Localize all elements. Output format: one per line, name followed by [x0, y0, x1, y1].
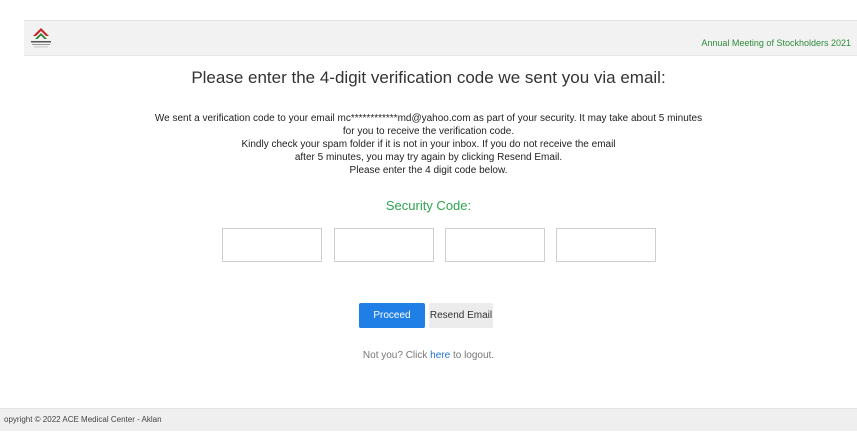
logout-suffix-text: to logout. — [450, 350, 495, 361]
instructions-line: Please enter the 4 digit code below. — [349, 165, 508, 176]
footer-bar: opyright © 2022 ACE Medical Center - Akl… — [0, 408, 857, 431]
code-digit-1-input[interactable] — [222, 228, 322, 262]
code-digit-4-input[interactable] — [556, 228, 656, 262]
resend-email-button[interactable]: Resend Email — [429, 303, 493, 328]
verification-page: Annual Meeting of Stockholders 2021 Plea… — [0, 0, 857, 434]
page-title: Please enter the 4-digit verification co… — [191, 68, 666, 87]
instructions-line: for you to receive the verification code… — [342, 126, 515, 137]
proceed-button[interactable]: Proceed — [359, 303, 425, 328]
copyright-text: opyright © 2022 ACE Medical Center - Akl… — [4, 415, 162, 424]
security-code-label: Security Code: — [385, 198, 472, 213]
instructions-line: after 5 minutes, you may try again by cl… — [294, 152, 563, 163]
instructions-line: We sent a verification code to your emai… — [154, 113, 703, 124]
instructions-text: We sent a verification code to your emai… — [60, 112, 797, 177]
company-logo-icon — [27, 24, 55, 50]
event-title: Annual Meeting of Stockholders 2021 — [701, 38, 851, 48]
header-bar: Annual Meeting of Stockholders 2021 — [24, 20, 857, 56]
logout-prompt: Not you? Click here to logout. — [0, 350, 857, 361]
code-digit-2-input[interactable] — [334, 228, 434, 262]
instructions-line: Kindly check your spam folder if it is n… — [241, 139, 616, 150]
code-digit-3-input[interactable] — [445, 228, 545, 262]
logout-prefix-text: Not you? Click — [362, 350, 431, 361]
logout-link[interactable]: here — [430, 350, 450, 361]
